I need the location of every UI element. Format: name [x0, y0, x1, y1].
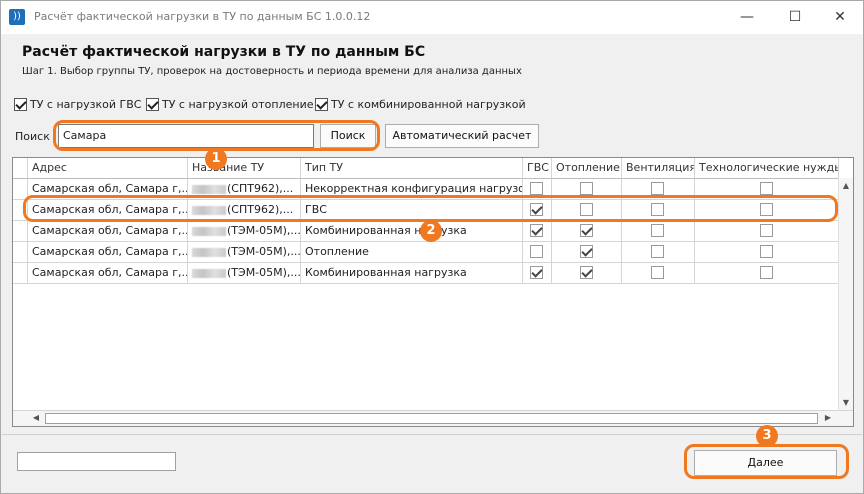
filter-gvs-label: ТУ с нагрузкой ГВС [30, 97, 142, 111]
app-signal-icon: )) [9, 9, 25, 25]
table-row[interactable]: Самарская обл, Самара г,... (ТЭМ-05М),...… [13, 242, 839, 263]
col-tech-header[interactable]: Технологические нужды [695, 158, 839, 179]
heating-checkbox[interactable] [579, 182, 593, 195]
col-gvs-header[interactable]: ГВС [523, 158, 552, 179]
vent-checkbox[interactable] [651, 224, 664, 237]
row-header[interactable] [13, 221, 28, 242]
gvs-checkbox[interactable] [530, 182, 543, 195]
cell-tech[interactable] [695, 242, 839, 263]
cell-name[interactable]: (ТЭМ-05М),... [188, 263, 301, 284]
filter-heating-checkbox[interactable] [146, 97, 159, 111]
window-title: Расчёт фактической нагрузки в ТУ по данн… [34, 10, 371, 23]
row-header-corner [13, 158, 28, 179]
annotation-next-highlight [684, 444, 849, 479]
filter-combined-label: ТУ с комбинированной нагрузкой [331, 97, 526, 111]
vent-checkbox[interactable] [651, 245, 664, 258]
main-window: )) Расчёт фактической нагрузки в ТУ по д… [0, 0, 864, 494]
cell-name-text: (ТЭМ-05М),... [227, 266, 301, 279]
cell-type[interactable]: Комбинированная нагрузка [301, 263, 523, 284]
tech-checkbox[interactable] [759, 266, 773, 279]
cell-gvs[interactable] [523, 263, 552, 284]
cell-name[interactable]: (ТЭМ-05М),... [188, 242, 301, 263]
table-row[interactable]: Самарская обл, Самара г,... (ТЭМ-05М),...… [13, 263, 839, 284]
horizontal-scrollbar[interactable]: ◀ ▶ [13, 410, 853, 426]
filter-gvs[interactable]: ТУ с нагрузкой ГВС [14, 97, 141, 111]
footer-divider [2, 434, 862, 435]
cell-name-text: (ТЭМ-05М),... [227, 245, 301, 258]
page-title: Расчёт фактической нагрузки в ТУ по данн… [22, 44, 426, 60]
gvs-checkbox[interactable] [530, 245, 543, 258]
annotation-row-highlight [23, 195, 838, 222]
tech-checkbox[interactable] [759, 182, 773, 195]
minimize-button[interactable]: — [724, 1, 770, 34]
cell-address[interactable]: Самарская обл, Самара г,... [28, 263, 188, 284]
cell-name-text: (ТЭМ-05М),... [227, 224, 301, 237]
scroll-left-icon[interactable]: ◀ [29, 411, 43, 425]
auto-calc-button[interactable]: Автоматический расчет [385, 124, 539, 148]
cell-gvs[interactable] [523, 221, 552, 242]
col-heating-header[interactable]: Отопление [552, 158, 622, 179]
cell-vent[interactable] [622, 221, 695, 242]
heating-checkbox[interactable] [579, 224, 593, 237]
scroll-right-icon[interactable]: ▶ [821, 411, 835, 425]
scroll-up-icon[interactable]: ▲ [839, 179, 853, 193]
cell-tech[interactable] [695, 263, 839, 284]
heating-checkbox[interactable] [579, 266, 593, 279]
col-vent-header[interactable]: Вентиляция [622, 158, 695, 179]
gvs-checkbox[interactable] [530, 224, 543, 237]
grid-header-row: Адрес Название ТУ Тип ТУ ГВС Отопление В… [13, 158, 839, 179]
cell-tech[interactable] [695, 221, 839, 242]
annotation-badge-3: 3 [756, 425, 778, 447]
filter-gvs-checkbox[interactable] [14, 97, 27, 111]
col-address-header[interactable]: Адрес [28, 158, 188, 179]
annotation-badge-2: 2 [420, 220, 442, 242]
cell-vent[interactable] [622, 263, 695, 284]
horizontal-scroll-thumb[interactable] [45, 413, 818, 424]
heating-checkbox[interactable] [579, 245, 593, 258]
redacted-text [192, 226, 226, 236]
annotation-search-highlight [53, 120, 380, 151]
col-type-header[interactable]: Тип ТУ [301, 158, 523, 179]
cell-heating[interactable] [552, 263, 622, 284]
cell-heating[interactable] [552, 221, 622, 242]
close-button[interactable]: ✕ [817, 1, 863, 34]
redacted-text [192, 184, 226, 194]
annotation-badge-1: 1 [205, 148, 227, 170]
filter-heating[interactable]: ТУ с нагрузкой отопление [146, 97, 314, 111]
cell-address[interactable]: Самарская обл, Самара г,... [28, 221, 188, 242]
page-subtitle: Шаг 1. Выбор группы ТУ, проверок на дост… [22, 66, 522, 77]
redacted-text [192, 268, 226, 278]
tech-checkbox[interactable] [759, 245, 773, 258]
search-label: Поиск [15, 130, 50, 143]
gvs-checkbox[interactable] [530, 266, 543, 279]
cell-heating[interactable] [552, 242, 622, 263]
cell-type[interactable]: Комбинированная нагрузка [301, 221, 523, 242]
vent-checkbox[interactable] [651, 266, 664, 279]
cell-address[interactable]: Самарская обл, Самара г,... [28, 242, 188, 263]
maximize-button[interactable]: ☐ [772, 1, 818, 34]
filter-combined[interactable]: ТУ с комбинированной нагрузкой [315, 97, 526, 111]
cell-vent[interactable] [622, 242, 695, 263]
title-bar: )) Расчёт фактической нагрузки в ТУ по д… [1, 1, 863, 34]
tech-checkbox[interactable] [759, 224, 773, 237]
status-field [17, 452, 176, 471]
cell-type[interactable]: Отопление [301, 242, 523, 263]
vertical-scrollbar[interactable]: ▲ ▼ [838, 178, 853, 411]
filter-heating-label: ТУ с нагрузкой отопление [162, 97, 314, 111]
scroll-down-icon[interactable]: ▼ [839, 396, 853, 410]
filter-combined-checkbox[interactable] [315, 97, 328, 111]
cell-gvs[interactable] [523, 242, 552, 263]
row-header[interactable] [13, 242, 28, 263]
vent-checkbox[interactable] [651, 182, 664, 195]
cell-name[interactable]: (ТЭМ-05М),... [188, 221, 301, 242]
row-header[interactable] [13, 263, 28, 284]
cell-name-text: (СПТ962),... [227, 182, 294, 195]
redacted-text [192, 247, 226, 257]
